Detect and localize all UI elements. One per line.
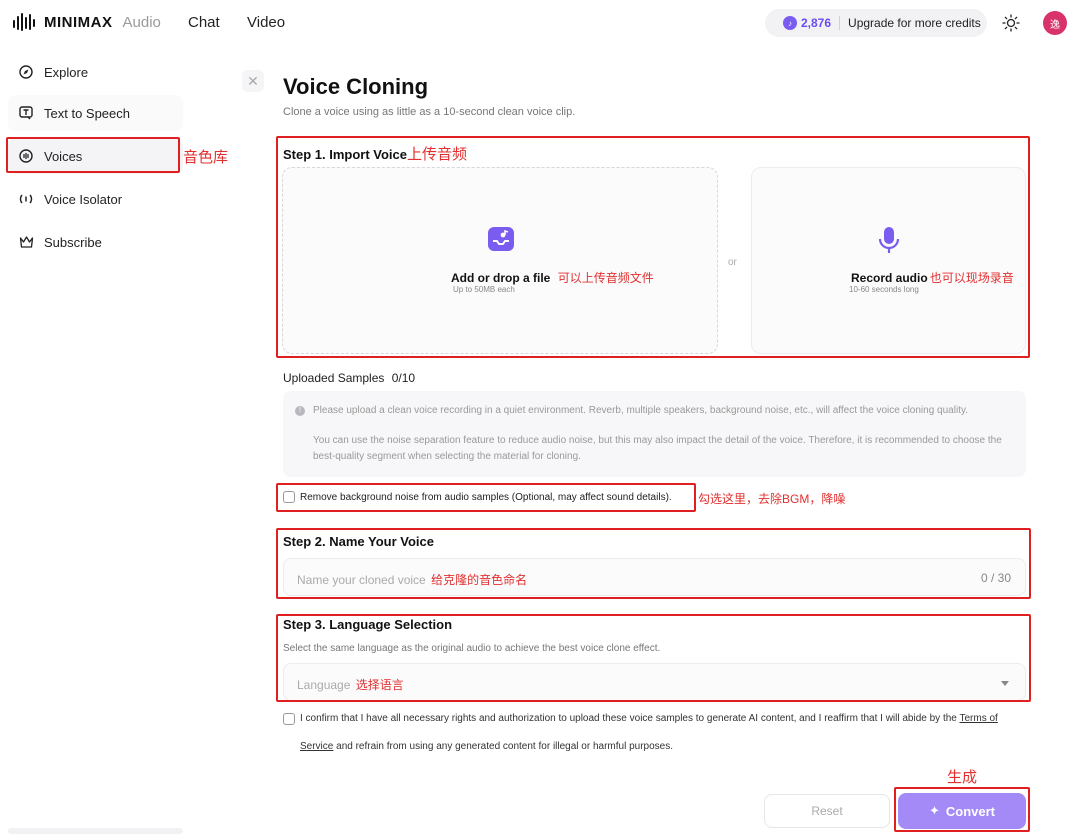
- annotation-box-step1: [276, 136, 1030, 358]
- reset-button[interactable]: Reset: [764, 794, 890, 828]
- uploaded-samples-label: Uploaded Samples 0/10: [283, 371, 415, 385]
- sidebar-item-text-to-speech[interactable]: Text to Speech: [8, 95, 183, 131]
- nav-video[interactable]: Video: [247, 14, 285, 31]
- confirm-text: I confirm that I have all necessary righ…: [300, 705, 1020, 761]
- annotation-box-step3: [276, 614, 1031, 702]
- annotation-box-convert: [894, 787, 1030, 832]
- samples-label-text: Uploaded Samples: [283, 371, 385, 385]
- logo-waveform-icon: [13, 13, 35, 31]
- logo-product: Audio: [122, 13, 161, 31]
- info-icon: !: [295, 406, 305, 416]
- top-bar: MINIMAX Audio Chat Video ♪ 2,876 Upgrade…: [0, 0, 1080, 46]
- credits-icon: ♪: [783, 16, 797, 30]
- confirm-rights-checkbox[interactable]: [283, 713, 295, 725]
- sidebar-item-subscribe[interactable]: Subscribe: [8, 224, 183, 260]
- sidebar-item-label: Voice Isolator: [44, 191, 123, 207]
- divider: [839, 16, 841, 30]
- samples-count: 0/10: [391, 371, 416, 385]
- sidebar-item-voice-isolator[interactable]: Voice Isolator: [8, 181, 183, 217]
- theme-toggle-icon[interactable]: [1002, 14, 1020, 32]
- annotation-box-step2: [276, 528, 1031, 599]
- sidebar-item-label: Explore: [44, 64, 89, 80]
- sidebar-item-label: Text to Speech: [44, 105, 130, 121]
- confirm-text-2: and refrain from using any generated con…: [336, 741, 673, 752]
- isolator-icon: [18, 191, 34, 207]
- logo-text: MINIMAX: [44, 13, 113, 31]
- compass-icon: [18, 64, 34, 80]
- tts-icon: [18, 105, 34, 121]
- annotation-box-voices: [6, 137, 180, 173]
- sidebar-item-label: Subscribe: [44, 234, 102, 250]
- info-box: ! Please upload a clean voice recording …: [283, 391, 1026, 477]
- credits-pill[interactable]: ♪ 2,876 Upgrade for more credits: [765, 9, 987, 37]
- info-text-2: You can use the noise separation feature…: [313, 435, 1002, 462]
- page-subtitle: Clone a voice using as little as a 10-se…: [283, 106, 576, 118]
- annotation-noise: 勾选这里，去除BGM，降噪: [698, 492, 846, 506]
- sidebar-footer: [8, 828, 183, 834]
- annotation-convert: 生成: [947, 769, 978, 786]
- close-icon[interactable]: ✕: [242, 70, 264, 92]
- logo[interactable]: MINIMAX Audio: [12, 12, 161, 32]
- page-title: Voice Cloning: [283, 74, 429, 99]
- sidebar-item-explore[interactable]: Explore: [8, 54, 183, 90]
- annotation-box-noise: [276, 483, 696, 512]
- annotation-voices: 音色库: [183, 149, 229, 166]
- credits-count: 2,876: [801, 16, 832, 30]
- nav-chat[interactable]: Chat: [188, 14, 220, 31]
- avatar[interactable]: 逸: [1043, 11, 1067, 35]
- info-text-1: Please upload a clean voice recording in…: [313, 405, 968, 416]
- confirm-text-1: I confirm that I have all necessary righ…: [300, 713, 957, 724]
- crown-icon: [18, 234, 34, 250]
- upgrade-link[interactable]: Upgrade for more credits: [848, 16, 981, 30]
